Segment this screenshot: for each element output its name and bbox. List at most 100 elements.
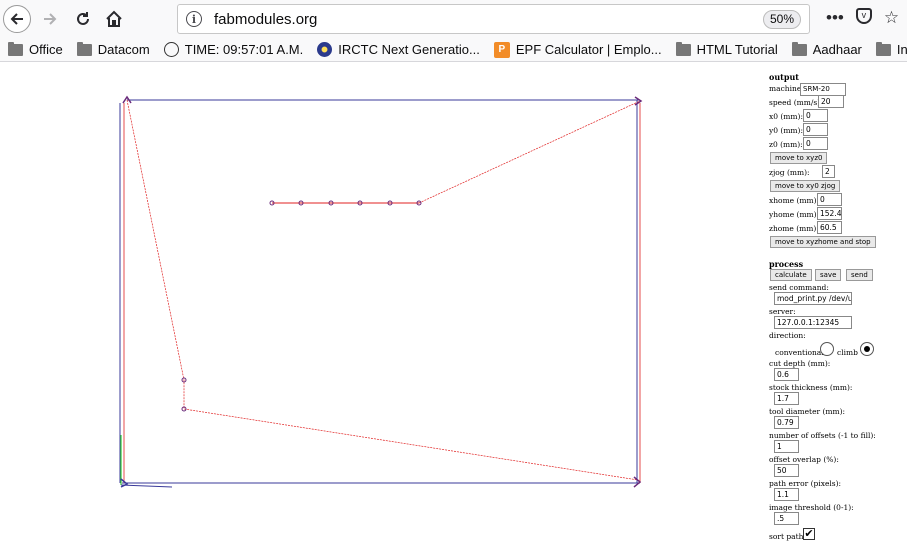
x0-input[interactable]: 0: [803, 109, 828, 122]
zhome-input[interactable]: 60.5: [817, 221, 842, 234]
zhome-label: zhome (mm):: [769, 224, 819, 233]
bookmark-html-tutorial[interactable]: HTML Tutorial: [668, 41, 784, 57]
epf-icon: P: [493, 41, 510, 58]
tool-diameter-input[interactable]: 0.79: [774, 416, 799, 429]
info-icon[interactable]: i: [186, 11, 202, 27]
server-input[interactable]: 127.0.0.1:12345: [774, 316, 852, 329]
tool-diameter-label: tool diameter (mm):: [769, 407, 846, 416]
z0-label: z0 (mm):: [769, 140, 803, 149]
cut-depth-label: cut depth (mm):: [769, 359, 831, 368]
climb-radio[interactable]: [860, 342, 874, 356]
send-command-label: send command:: [769, 283, 829, 292]
output-heading: output: [769, 72, 799, 82]
reload-button[interactable]: [69, 5, 97, 33]
bookmark-income-tax[interactable]: Income Tax: [868, 41, 907, 57]
bookmark-irctc[interactable]: IRCTC Next Generatio...: [309, 42, 486, 57]
home-button[interactable]: [100, 5, 128, 33]
bookmark-epf[interactable]: P EPF Calculator | Emplo...: [486, 41, 668, 58]
threshold-label: image threshold (0-1):: [769, 503, 854, 512]
machine-value: SRM-20: [803, 85, 830, 93]
bookmark-label: HTML Tutorial: [696, 42, 778, 57]
bookmark-label: Office: [29, 42, 63, 57]
sort-path-label: sort path:: [769, 532, 806, 541]
server-label: server:: [769, 307, 796, 316]
bookmark-label: TIME: 09:57:01 A.M.: [184, 42, 304, 57]
conventional-label: conventional: [775, 348, 824, 357]
stock-thickness-input[interactable]: 1.7: [774, 392, 799, 405]
bookmark-time[interactable]: TIME: 09:57:01 A.M.: [156, 42, 310, 57]
direction-label: direction:: [769, 331, 806, 340]
arrow-right-icon: [44, 13, 57, 25]
checkmark-icon: ✔: [804, 527, 814, 540]
offsets-label: number of offsets (-1 to fill):: [769, 431, 876, 440]
arrow-left-icon: [10, 13, 23, 25]
bookmark-label: EPF Calculator | Emplo...: [515, 42, 662, 57]
xhome-label: xhome (mm):: [769, 196, 820, 205]
reload-icon: [77, 12, 89, 25]
y0-label: y0 (mm):: [769, 126, 803, 135]
pocket-icon[interactable]: v: [855, 8, 872, 24]
speed-label: speed (mm/s):: [769, 98, 823, 107]
y0-input[interactable]: 0: [803, 123, 828, 136]
toolpath-rapid-2: [418, 100, 641, 204]
process-heading: process: [769, 259, 804, 269]
send-command-input[interactable]: mod_print.py /dev/usb: [774, 292, 852, 305]
star-icon[interactable]: ☆: [884, 8, 899, 28]
sort-path-checkbox[interactable]: ✔: [803, 528, 815, 540]
move-home-button[interactable]: move to xyzhome and stop: [770, 236, 876, 248]
toolpath-canvas[interactable]: [0, 63, 765, 545]
path-error-input[interactable]: 1.1: [774, 488, 799, 501]
axis-x: [120, 484, 173, 488]
overlap-input[interactable]: 50: [774, 464, 799, 477]
toolpath-rapid: [126, 99, 639, 481]
zjog-input[interactable]: 2: [822, 165, 835, 178]
folder-icon: [675, 41, 691, 56]
zjog-label: zjog (mm):: [769, 168, 810, 177]
threshold-input[interactable]: .5: [774, 512, 799, 525]
bookmark-aadhaar[interactable]: Aadhaar: [784, 41, 868, 57]
bookmark-label: IRCTC Next Generatio...: [338, 42, 480, 57]
yhome-input[interactable]: 152.4: [817, 207, 842, 220]
x0-label: x0 (mm):: [769, 112, 803, 121]
home-icon: [106, 10, 122, 27]
yhome-label: yhome (mm):: [769, 210, 820, 219]
folder-icon: [8, 41, 23, 56]
send-button[interactable]: send: [846, 269, 873, 281]
path-error-label: path error (pixels):: [769, 479, 842, 488]
move-xyz0-button[interactable]: move to xyz0: [770, 152, 828, 164]
browser-toolbar: i fabmodules.org 50% ••• v ☆: [0, 0, 907, 38]
machine-label: machine: [769, 84, 802, 93]
offsets-input[interactable]: 1: [774, 440, 799, 453]
zoom-badge[interactable]: 50%: [762, 10, 801, 29]
url-bar[interactable]: i fabmodules.org 50%: [177, 4, 810, 34]
forward-button[interactable]: [36, 5, 64, 33]
irctc-icon: [317, 42, 333, 57]
stock-thickness-label: stock thickness (mm):: [769, 383, 853, 392]
save-button[interactable]: save: [815, 269, 842, 281]
folder-icon: [791, 41, 807, 56]
back-button[interactable]: [3, 5, 31, 33]
globe-icon: [163, 42, 179, 57]
calculate-button[interactable]: calculate: [770, 269, 812, 281]
bookmark-label: Datacom: [97, 42, 150, 57]
bookmarks-bar: Office Datacom TIME: 09:57:01 A.M. IRCTC…: [0, 38, 907, 62]
move-xy0-zjog-button[interactable]: move to xy0 zjog: [770, 180, 841, 192]
bookmark-label: Aadhaar: [812, 42, 862, 57]
more-icon[interactable]: •••: [826, 8, 844, 28]
folder-icon: [76, 41, 92, 56]
toolbar-right-icons: ••• v ☆: [826, 8, 899, 28]
climb-label: climb: [837, 348, 858, 357]
folder-icon: [875, 41, 891, 56]
conventional-radio[interactable]: [820, 342, 834, 356]
bookmark-office[interactable]: Office: [0, 41, 69, 57]
cut-depth-input[interactable]: 0.6: [774, 368, 799, 381]
toolpath-view[interactable]: [0, 63, 765, 545]
bookmark-datacom[interactable]: Datacom: [69, 41, 156, 57]
z0-input[interactable]: 0: [803, 137, 828, 150]
speed-input[interactable]: 20: [818, 95, 844, 108]
overlap-label: offset overlap (%):: [769, 455, 839, 464]
settings-panel: output machine SRM-20 speed (mm/s): 20 x…: [765, 63, 907, 545]
xhome-input[interactable]: 0: [817, 193, 842, 206]
bookmark-label: Income Tax: [896, 42, 907, 57]
url-text[interactable]: fabmodules.org: [214, 11, 317, 28]
